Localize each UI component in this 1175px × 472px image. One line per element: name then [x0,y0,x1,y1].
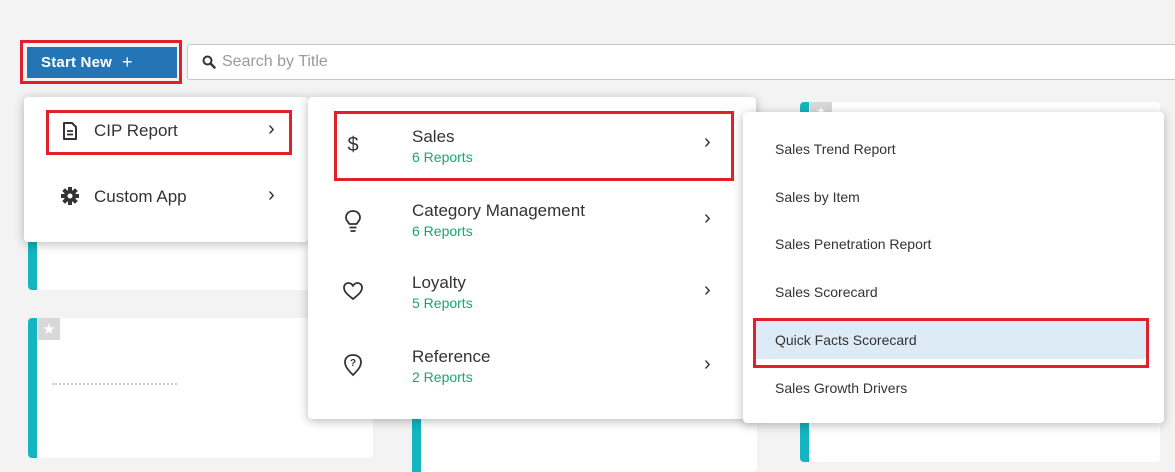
sales-reports-menu: Sales Trend Report Sales by Item Sales P… [743,112,1164,423]
menu-item-sales-scorecard[interactable]: Sales Scorecard [743,273,1164,311]
highlight-start-new [20,40,182,84]
search-bar[interactable] [187,44,1175,80]
menu-item-label: Custom App [94,187,187,206]
highlight-quick-facts-scorecard [753,318,1149,368]
star-icon[interactable]: ★ [38,318,60,340]
svg-text:?: ? [350,358,356,369]
search-icon [202,55,216,69]
category-title: Loyalty [412,273,466,292]
question-marker-icon: ? [344,354,362,377]
start-new-menu: CIP Report › Custom App › [24,97,308,242]
menu-item-sales-penetration-report[interactable]: Sales Penetration Report [743,225,1164,263]
lightbulb-icon [345,210,361,232]
menu-item-reference[interactable]: ? Reference 2 Reports › [338,333,738,401]
menu-item-loyalty[interactable]: Loyalty 5 Reports › [338,259,738,327]
menu-item-sales-by-item[interactable]: Sales by Item [743,178,1164,216]
menu-item-sales-growth-drivers[interactable]: Sales Growth Drivers [743,369,1164,407]
report-count: 5 Reports [412,295,473,311]
chevron-right-icon: › [704,279,711,301]
report-count: 2 Reports [412,369,473,385]
report-category-menu: $ Sales 6 Reports › Category Management … [308,97,756,419]
menu-item-sales-trend-report[interactable]: Sales Trend Report [743,130,1164,168]
highlight-sales [334,111,734,181]
gear-icon [61,187,79,205]
chevron-right-icon: › [268,184,275,206]
highlight-cip-report [46,110,292,155]
search-input[interactable] [216,52,824,72]
chevron-right-icon: › [704,207,711,229]
report-count: 6 Reports [412,223,473,239]
heart-icon [343,282,363,301]
menu-item-category-management[interactable]: Category Management 6 Reports › [338,187,738,255]
card-title-placeholder [52,383,177,386]
card-accent-bar [28,318,37,458]
chevron-right-icon: › [704,353,711,375]
card-accent-bar [412,412,421,472]
category-title: Category Management [412,201,585,220]
menu-item-custom-app[interactable]: Custom App › [50,177,300,217]
report-card-3[interactable] [412,412,757,472]
category-title: Reference [412,347,491,366]
